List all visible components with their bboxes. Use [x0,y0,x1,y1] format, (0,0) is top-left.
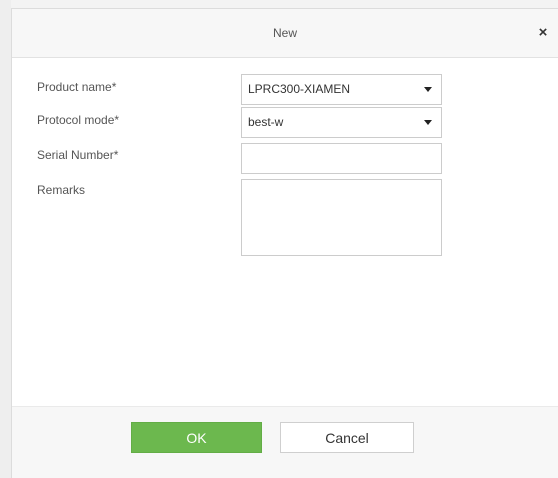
dialog-title-bar: New × [12,9,558,58]
serial-number-input[interactable] [241,143,442,174]
protocol-mode-value: best-w [248,115,284,129]
close-icon[interactable]: × [533,23,553,43]
protocol-mode-label: Protocol mode* [37,113,120,127]
product-name-value: LPRC300-XIAMEN [248,82,351,96]
serial-number-label: Serial Number* [37,148,119,162]
remarks-label: Remarks [37,183,86,197]
background-left [0,0,11,478]
dialog-title: New [272,26,297,40]
remarks-textarea[interactable] [241,179,442,256]
new-dialog: New × Product name* LPRC300-XIAMEN Proto… [11,8,558,478]
chevron-down-icon [424,120,432,125]
product-name-select[interactable]: LPRC300-XIAMEN [241,74,442,105]
protocol-mode-select[interactable]: best-w [241,107,442,138]
background-top [0,0,558,8]
product-name-label: Product name* [37,80,117,94]
ok-button[interactable]: OK [131,422,262,453]
page: New × Product name* LPRC300-XIAMEN Proto… [0,0,558,478]
chevron-down-icon [424,87,432,92]
cancel-button[interactable]: Cancel [280,422,414,453]
